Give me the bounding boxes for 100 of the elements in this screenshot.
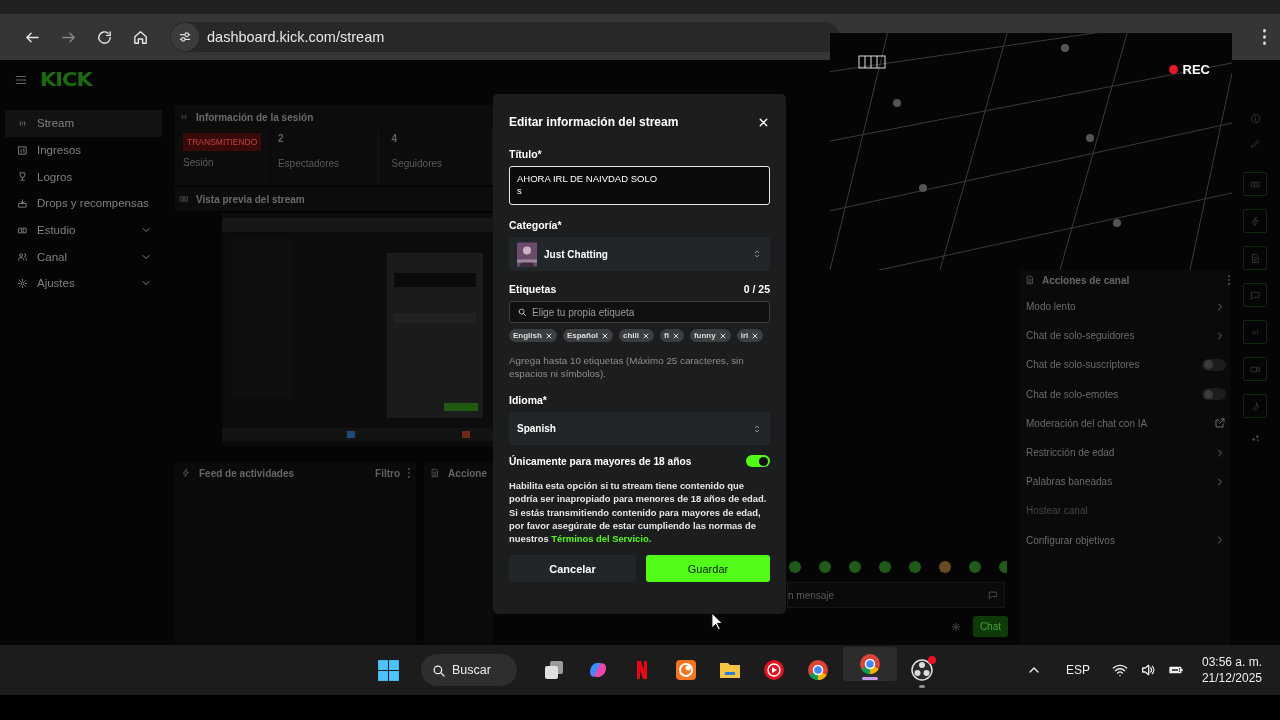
up-down-chevron-icon bbox=[752, 423, 762, 434]
sidebar-item[interactable]: Estudio bbox=[5, 216, 162, 244]
reload-icon bbox=[95, 28, 113, 46]
stat-value: 4 bbox=[391, 133, 399, 144]
tags-hint: Agrega hasta 10 etiquetas (Máximo 25 caracteres, sin espacios ni símbolos). bbox=[509, 354, 745, 380]
gift-icon bbox=[17, 197, 28, 209]
document-icon bbox=[1249, 252, 1261, 264]
wifi-icon bbox=[1111, 662, 1128, 678]
remove-icon bbox=[718, 331, 727, 340]
emoji-icon bbox=[988, 590, 998, 600]
channel-action-item[interactable]: Chat de solo-emotes bbox=[1025, 379, 1230, 409]
category-select[interactable]: Just Chatting bbox=[509, 237, 770, 271]
stat-label: Sesión bbox=[183, 157, 215, 168]
clock-time[interactable]: 03:56 a. m. bbox=[1201, 654, 1262, 670]
lightning-icon bbox=[181, 468, 191, 478]
sidebar-item[interactable]: Stream bbox=[5, 110, 162, 137]
aperture-icon bbox=[910, 658, 934, 682]
channel-action-item[interactable]: Chat de solo-suscriptores bbox=[1025, 350, 1230, 380]
language-indicator[interactable]: ESP bbox=[1065, 663, 1090, 677]
panel-title: Accione bbox=[448, 468, 487, 479]
chat-input[interactable]: n mensaje bbox=[787, 582, 1005, 608]
toggle-label: Únicamente para mayores de 18 años bbox=[509, 455, 692, 467]
channel-action-item[interactable]: Palabras baneadas bbox=[1025, 467, 1230, 497]
volume-icon bbox=[1139, 662, 1156, 678]
clock-date[interactable]: 21/12/2025 bbox=[1201, 670, 1262, 686]
tag-chip[interactable]: fl bbox=[660, 329, 684, 342]
document-icon bbox=[430, 468, 441, 478]
tag-count: 0 / 25 bbox=[743, 283, 770, 295]
sidebar-item[interactable]: Canal bbox=[5, 243, 162, 271]
send-chat-button[interactable]: Chat bbox=[972, 616, 1008, 637]
kebab-icon bbox=[1263, 29, 1266, 45]
title-field[interactable]: AHORA IRL DE NAIVDAD SOLO s bbox=[509, 166, 770, 205]
toggle-switch[interactable] bbox=[1202, 388, 1226, 401]
remove-icon bbox=[544, 331, 553, 340]
panel-title: Información de la sesión bbox=[196, 111, 314, 123]
language-select[interactable]: Spanish bbox=[509, 412, 770, 445]
toggle-switch[interactable] bbox=[746, 455, 770, 467]
sidebar-item[interactable]: Ajustes bbox=[5, 270, 162, 297]
toggle-switch[interactable] bbox=[1202, 358, 1226, 371]
tag-chip[interactable]: irl bbox=[736, 329, 764, 342]
field-label: Etiquetas bbox=[509, 283, 557, 295]
menu-button[interactable] bbox=[14, 73, 28, 87]
tag-chip[interactable]: funny bbox=[689, 329, 731, 342]
battery-icon bbox=[858, 55, 888, 69]
browser-icon bbox=[806, 658, 830, 682]
panel-title: Vista previa del stream bbox=[196, 193, 305, 205]
users-icon bbox=[17, 251, 28, 263]
channel-action-item[interactable]: Modo lento bbox=[1025, 292, 1230, 322]
sidebar-item[interactable]: Ingresos bbox=[5, 136, 162, 164]
play-icon bbox=[762, 658, 786, 682]
description-text: Habilita esta opción si tu stream tiene contenido que podría ser inapropiado para menores de 18 años de edad. Si estás transmitiendo contenido para mayores de edad, por favor asegúrate de estar cumpliendo las normas de nuestros Términos del Servicio. bbox=[509, 479, 768, 546]
tag-chip[interactable]: English bbox=[509, 329, 557, 342]
channel-action-item[interactable]: Restricción de edad bbox=[1025, 437, 1230, 468]
browser-menu-button[interactable] bbox=[1263, 29, 1266, 45]
site-settings-button[interactable] bbox=[171, 23, 199, 51]
remove-icon bbox=[601, 331, 609, 340]
menu-icon bbox=[14, 73, 28, 87]
home-icon bbox=[131, 28, 149, 46]
windows-stack-icon bbox=[542, 658, 566, 682]
terms-link[interactable]: Términos del Servicio. bbox=[551, 533, 652, 545]
start-grid-icon[interactable] bbox=[376, 657, 401, 683]
remove-icon bbox=[671, 331, 680, 340]
document-icon bbox=[1025, 275, 1035, 285]
kebab-icon bbox=[408, 468, 411, 478]
cancel-button[interactable]: Cancelar bbox=[509, 555, 636, 583]
sidebar-item[interactable]: Logros bbox=[5, 163, 162, 191]
tag-search-field[interactable]: Elige tu propia etiqueta bbox=[509, 301, 770, 323]
save-button[interactable]: Guardar bbox=[646, 555, 770, 583]
remove-icon bbox=[751, 331, 760, 340]
stat-label: Espectadores bbox=[277, 158, 341, 169]
filter-button[interactable]: Filtro bbox=[375, 468, 401, 479]
cursor-icon bbox=[711, 612, 724, 631]
settings-icon bbox=[950, 621, 961, 632]
status-badge: TRANSMITIENDO bbox=[183, 133, 262, 151]
logo[interactable]: KICK bbox=[40, 69, 92, 91]
up-down-chevron-icon bbox=[752, 249, 762, 259]
field-label: Idioma* bbox=[509, 394, 548, 406]
field-label: Categoría* bbox=[509, 219, 563, 231]
info-icon bbox=[1249, 113, 1261, 124]
sliders-icon bbox=[178, 30, 192, 44]
external-link-icon bbox=[1214, 417, 1226, 430]
taskbar-search[interactable]: Buscar bbox=[421, 654, 517, 686]
panel-title: Feed de actividades bbox=[199, 468, 296, 479]
channel-action-item[interactable]: Chat de solo-seguidores bbox=[1025, 321, 1230, 351]
dialog-title: Editar información del stream bbox=[509, 115, 679, 129]
taskbar-button[interactable] bbox=[843, 647, 897, 681]
chat-bubble-icon bbox=[1249, 289, 1261, 301]
tag-chip[interactable]: Español bbox=[562, 329, 613, 342]
settings-icon bbox=[17, 277, 28, 289]
tag-chip[interactable]: chill bbox=[619, 329, 655, 342]
address-bar[interactable]: dashboard.kick.com/stream bbox=[170, 22, 840, 52]
recording-indicator: REC bbox=[1168, 62, 1210, 77]
lightning-icon bbox=[1249, 215, 1261, 227]
channel-action-item[interactable]: Configurar objetivos bbox=[1025, 525, 1230, 555]
stat-label: Seguidores bbox=[391, 158, 444, 169]
sidebar-item[interactable]: Drops y recompensas bbox=[5, 190, 162, 217]
camera-icon bbox=[179, 194, 189, 204]
stat-value: 2 bbox=[277, 133, 285, 144]
channel-action-item[interactable]: Moderación del chat con IA bbox=[1025, 408, 1230, 438]
pencil-icon bbox=[1249, 138, 1261, 149]
